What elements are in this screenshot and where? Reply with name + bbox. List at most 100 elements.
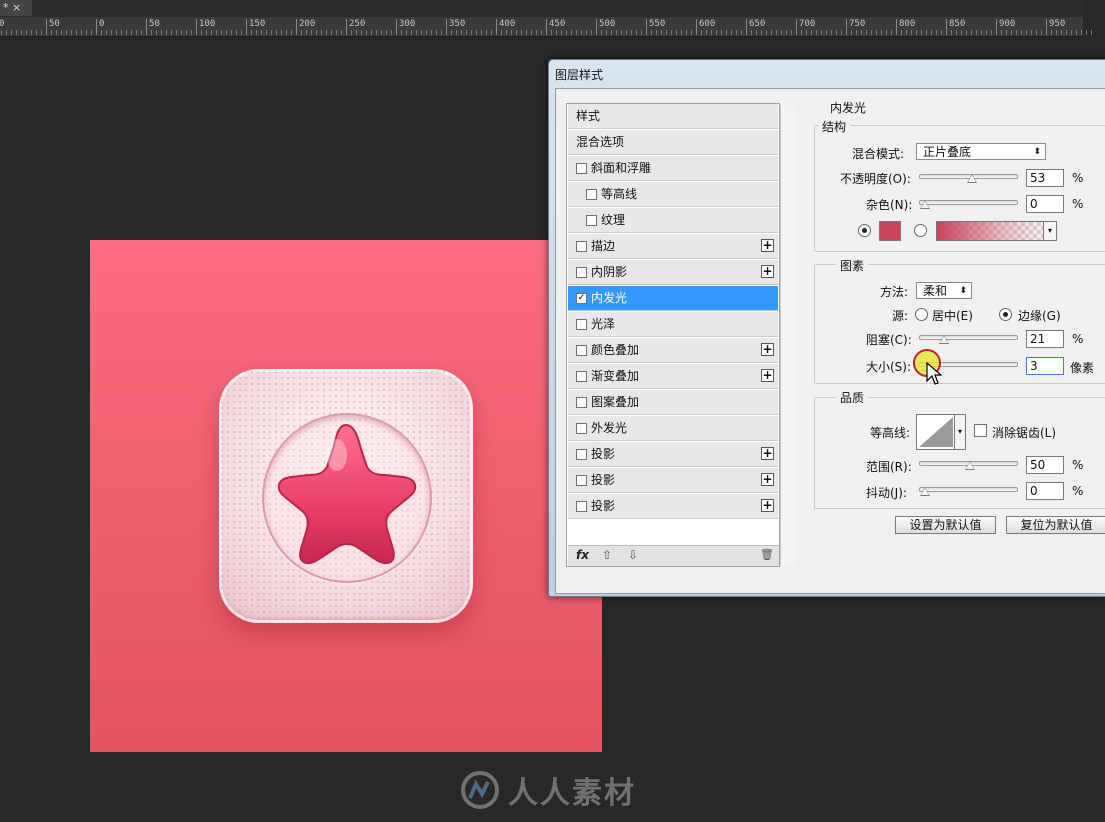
method-select[interactable]: 柔和 ⬍ xyxy=(916,282,972,299)
gradient-radio[interactable] xyxy=(914,224,927,237)
opacity-slider-thumb[interactable] xyxy=(967,174,978,183)
ruler-minor-tick xyxy=(756,30,757,35)
set-default-button[interactable]: 设置为默认值 xyxy=(895,516,996,534)
move-up-icon[interactable]: ⇧ xyxy=(602,548,612,562)
range-slider-thumb[interactable] xyxy=(964,461,975,470)
style-checkbox[interactable] xyxy=(576,475,587,486)
style-list-item[interactable]: 颜色叠加 + xyxy=(568,338,778,363)
style-checkbox[interactable] xyxy=(586,215,597,226)
noise-label: 杂色(N): xyxy=(866,198,913,212)
jitter-input[interactable]: 0 xyxy=(1026,482,1064,500)
style-list-item[interactable]: 投影 + xyxy=(568,442,778,467)
ruler-minor-tick xyxy=(466,30,467,35)
add-style-icon[interactable]: + xyxy=(761,473,774,486)
ruler-minor-tick xyxy=(286,30,287,35)
style-checkbox[interactable] xyxy=(576,501,587,512)
add-style-icon[interactable]: + xyxy=(761,369,774,382)
ruler-minor-tick xyxy=(681,30,682,35)
style-checkbox[interactable] xyxy=(576,397,587,408)
ruler-minor-tick xyxy=(1051,30,1052,35)
move-down-icon[interactable]: ⇩ xyxy=(628,548,638,562)
opacity-input[interactable]: 53 xyxy=(1026,169,1064,187)
glow-color-swatch[interactable] xyxy=(879,221,901,241)
color-radio[interactable] xyxy=(858,224,871,237)
choke-label: 阻塞(C): xyxy=(866,333,912,347)
style-list-item[interactable]: 外发光 xyxy=(568,416,778,441)
ruler-minor-tick xyxy=(706,30,707,35)
contour-dropdown-icon[interactable]: ▾ xyxy=(954,414,966,450)
style-checkbox[interactable] xyxy=(586,189,597,200)
ruler-minor-tick xyxy=(791,30,792,35)
range-slider[interactable] xyxy=(919,461,1018,470)
noise-slider[interactable] xyxy=(919,200,1018,209)
style-list-item[interactable]: 光泽 xyxy=(568,312,778,337)
style-list-item[interactable]: 斜面和浮雕 xyxy=(568,156,778,181)
gradient-dropdown-icon[interactable]: ▾ xyxy=(1043,221,1057,241)
ruler-minor-tick xyxy=(951,30,952,35)
style-list-item[interactable]: 投影 + xyxy=(568,494,778,519)
style-list-item[interactable]: 纹理 xyxy=(568,208,778,233)
opacity-slider[interactable] xyxy=(919,174,1018,183)
add-style-icon[interactable]: + xyxy=(761,239,774,252)
contour-picker[interactable] xyxy=(916,414,956,450)
style-checkbox[interactable] xyxy=(576,241,587,252)
style-checkbox[interactable] xyxy=(576,319,587,330)
style-checkbox[interactable] xyxy=(576,267,587,278)
add-style-icon[interactable]: + xyxy=(761,447,774,460)
ruler-minor-tick xyxy=(1071,30,1072,35)
jitter-slider-thumb[interactable] xyxy=(920,487,930,496)
style-list-item[interactable]: 渐变叠加 + xyxy=(568,364,778,389)
noise-slider-thumb[interactable] xyxy=(920,200,930,209)
ruler-minor-tick xyxy=(31,30,32,35)
style-item-label: 渐变叠加 xyxy=(591,369,640,383)
blend-mode-select[interactable]: 正片叠底 ⬍ xyxy=(916,143,1046,160)
style-list-item[interactable]: 投影 + xyxy=(568,468,778,493)
ruler-minor-tick xyxy=(426,30,427,35)
ruler-minor-tick xyxy=(106,30,107,35)
ruler-minor-tick xyxy=(901,30,902,35)
style-list-item[interactable]: 混合选项 xyxy=(568,130,778,155)
style-list-item[interactable]: 样式 xyxy=(568,104,778,129)
trash-icon[interactable]: 🗑 xyxy=(760,548,774,561)
style-list-item[interactable]: 内阴影 + xyxy=(568,260,778,285)
source-edge-radio[interactable] xyxy=(999,308,1012,321)
range-input[interactable]: 50 xyxy=(1026,456,1064,474)
ruler-minor-tick xyxy=(1086,30,1087,35)
fx-icon[interactable]: fx xyxy=(576,548,589,562)
gradient-preview[interactable] xyxy=(936,221,1056,241)
ruler-minor-tick xyxy=(316,30,317,35)
style-checkbox[interactable] xyxy=(576,371,587,382)
style-checkbox[interactable] xyxy=(576,423,587,434)
noise-unit: % xyxy=(1072,197,1084,211)
antialias-checkbox[interactable] xyxy=(974,424,987,437)
ruler-minor-tick xyxy=(531,30,532,35)
style-checkbox[interactable] xyxy=(576,449,587,460)
ruler-minor-tick xyxy=(406,30,407,35)
source-center-radio[interactable] xyxy=(915,308,928,321)
style-list-scrollbar[interactable] xyxy=(780,105,795,565)
choke-slider[interactable] xyxy=(919,335,1018,344)
size-input[interactable]: 3 xyxy=(1026,357,1064,375)
style-checkbox[interactable]: ✓ xyxy=(576,293,587,304)
choke-slider-thumb[interactable] xyxy=(938,335,949,344)
noise-input[interactable]: 0 xyxy=(1026,195,1064,213)
add-style-icon[interactable]: + xyxy=(761,343,774,356)
choke-input[interactable]: 21 xyxy=(1026,330,1064,348)
ruler-minor-tick xyxy=(861,30,862,35)
style-list-item[interactable]: 图案叠加 xyxy=(568,390,778,415)
jitter-slider[interactable] xyxy=(919,487,1018,496)
ruler-minor-tick xyxy=(1006,30,1007,35)
style-list-item[interactable]: 等高线 xyxy=(568,182,778,207)
ruler-tick xyxy=(996,19,997,35)
style-list-item[interactable]: ✓ 内发光 xyxy=(568,286,778,311)
reset-default-button[interactable]: 复位为默认值 xyxy=(1006,516,1105,534)
style-checkbox[interactable] xyxy=(576,345,587,356)
add-style-icon[interactable]: + xyxy=(761,265,774,278)
document-tab[interactable]: * × xyxy=(0,0,32,16)
style-list-item[interactable]: 描边 + xyxy=(568,234,778,259)
add-style-icon[interactable]: + xyxy=(761,499,774,512)
contour-label: 等高线: xyxy=(870,426,911,440)
ruler-minor-tick xyxy=(486,30,487,35)
style-checkbox[interactable] xyxy=(576,163,587,174)
section-title: 内发光 xyxy=(830,101,867,115)
